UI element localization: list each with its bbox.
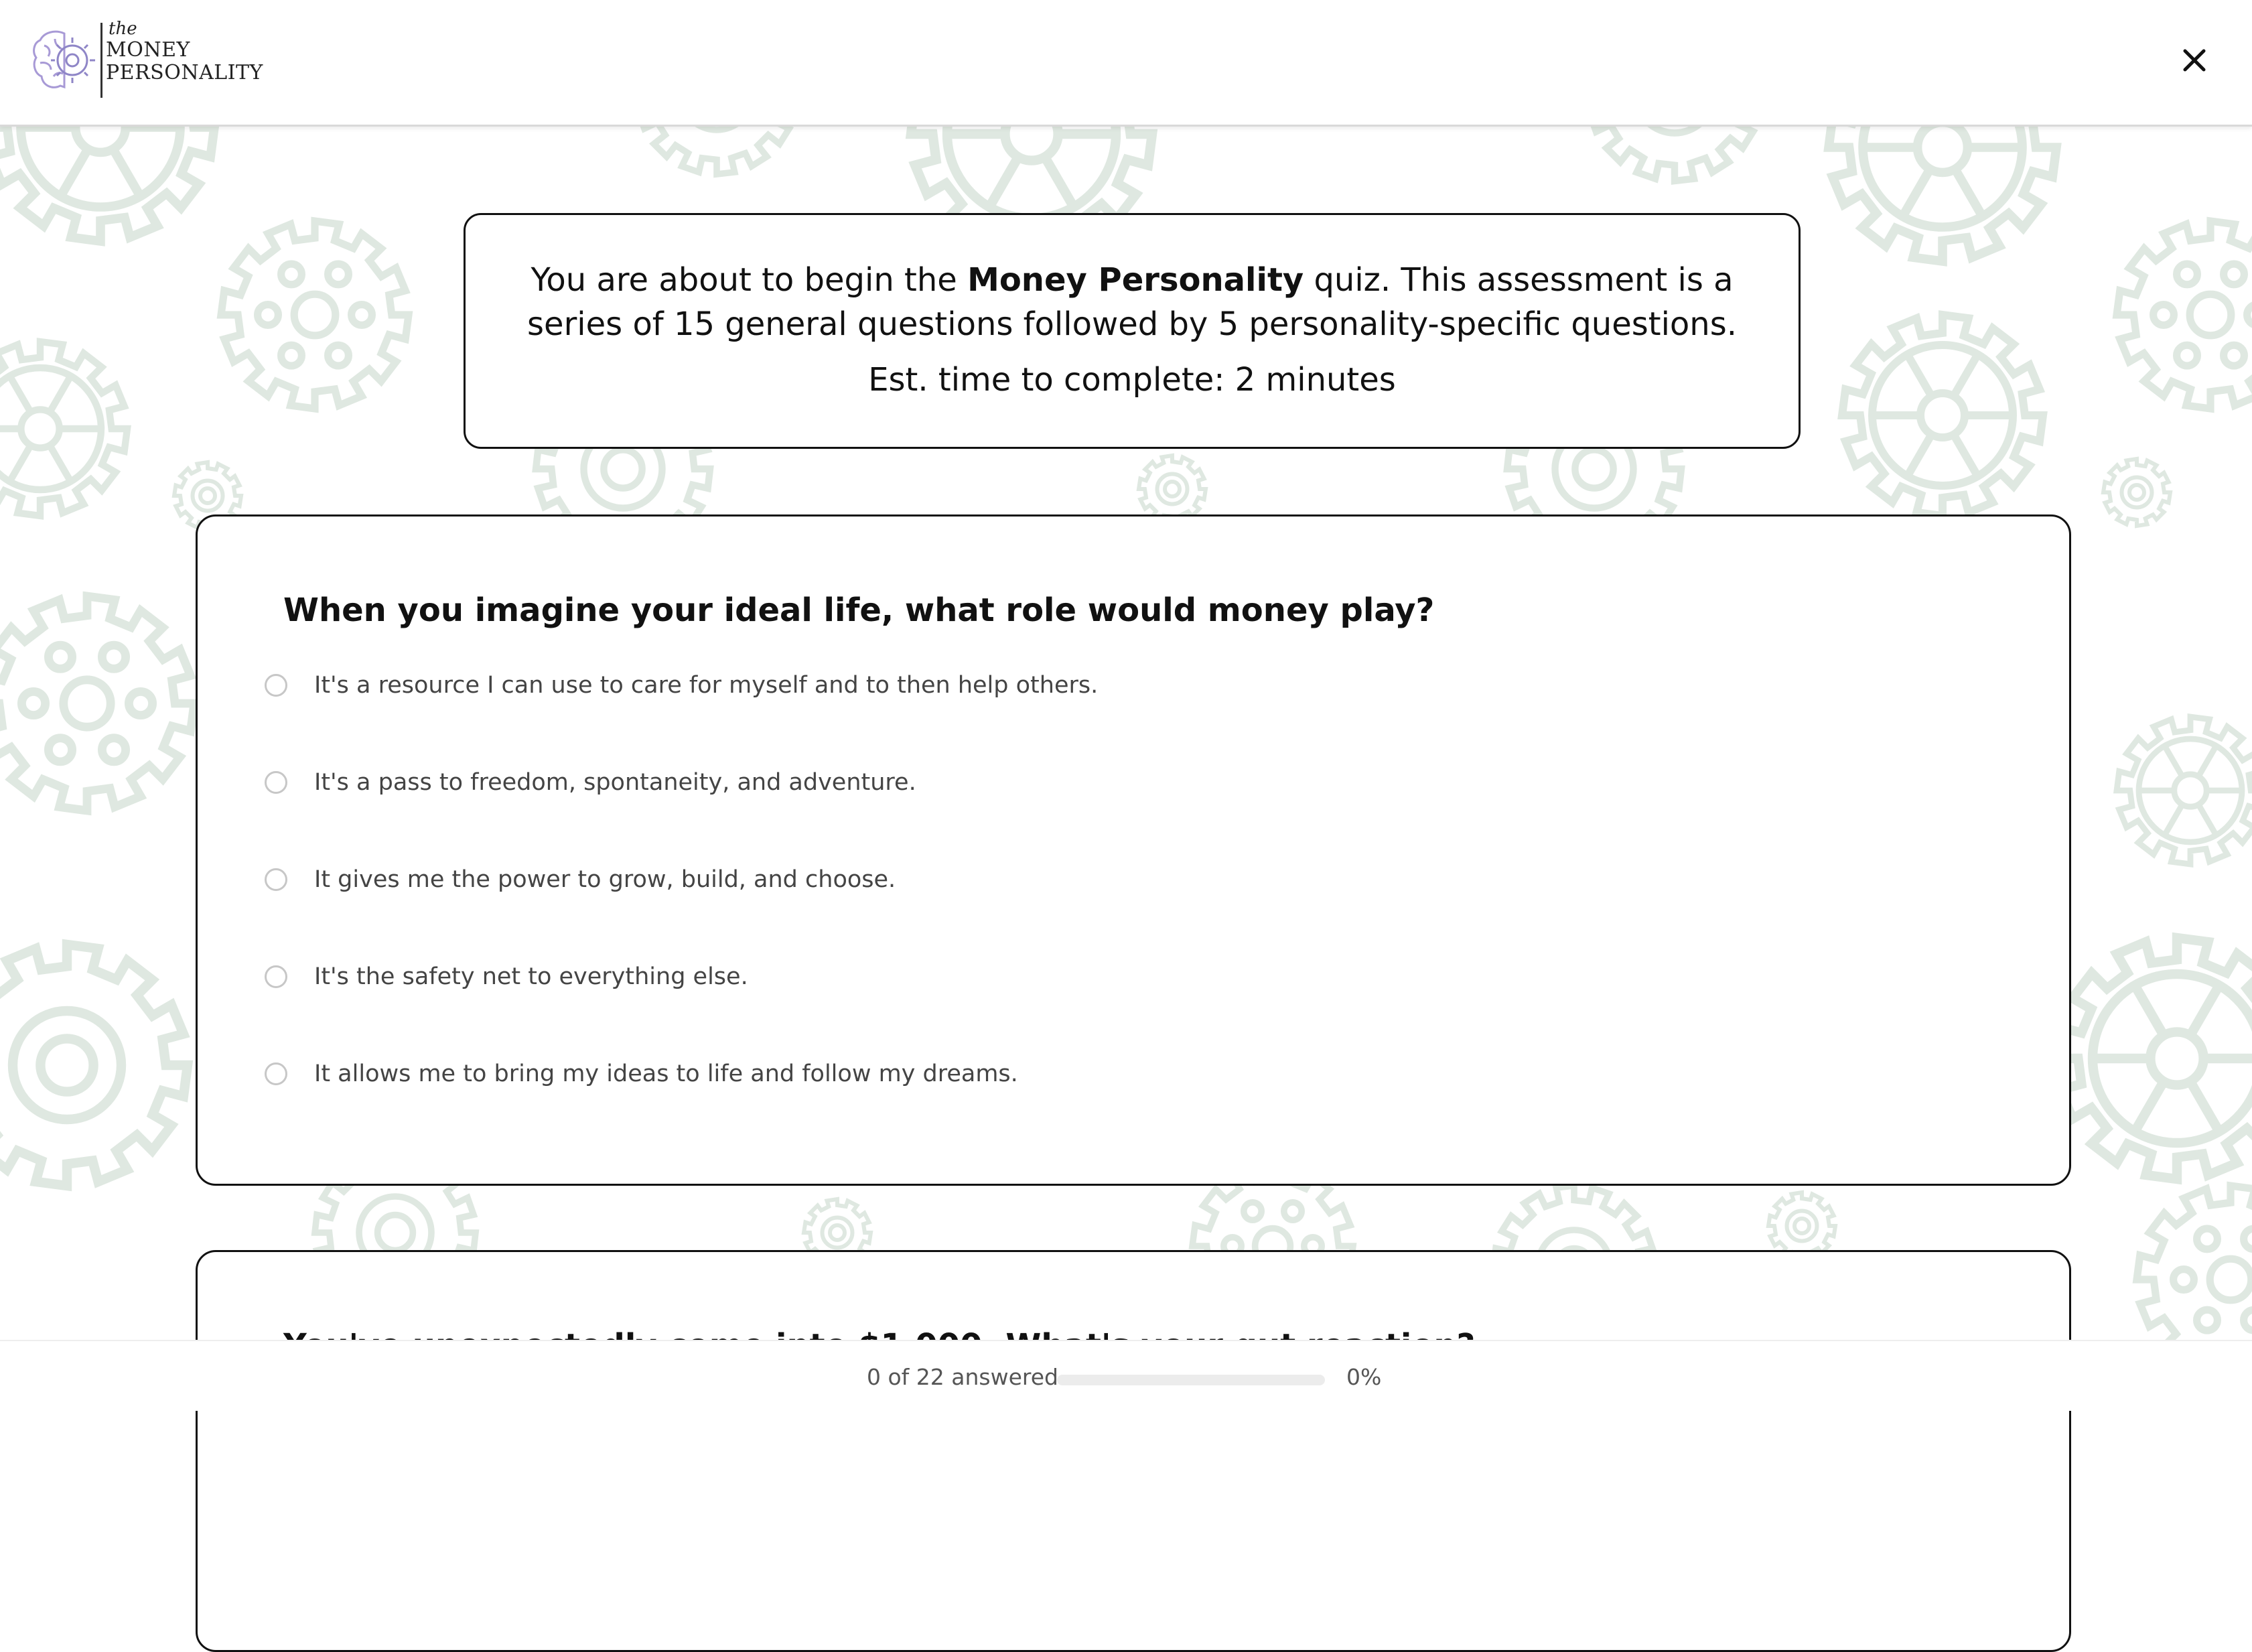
radio-button[interactable] [265, 1062, 287, 1085]
answer-option-label: It's the safety net to everything else. [314, 963, 748, 990]
estimated-time: Est. time to complete: 2 minutes [868, 361, 1396, 399]
intro-text-before: You are about to begin the [531, 261, 968, 299]
radio-button[interactable] [265, 674, 287, 697]
close-icon [2183, 49, 2206, 72]
answer-option[interactable]: It allows me to bring my ideas to life a… [265, 1054, 1018, 1094]
intro-description: You are about to begin the Money Persona… [519, 258, 1745, 346]
gear-icon [0, 338, 131, 520]
progress-percent: 0% [1346, 1364, 1382, 1390]
logo-money: MONEY [106, 38, 190, 62]
logo-divider [100, 23, 102, 98]
radio-button[interactable] [265, 965, 287, 988]
gear-icon [1136, 453, 1208, 525]
answer-option-label: It's a resource I can use to care for my… [314, 672, 1099, 699]
radio-button[interactable] [265, 868, 287, 891]
gear-icon [0, 939, 194, 1192]
answer-option-label: It's a pass to freedom, spontaneity, and… [314, 769, 916, 796]
gear-icon [2050, 932, 2252, 1185]
progress-bar [1057, 1375, 1325, 1385]
question-title: When you imagine your ideal life, what r… [283, 592, 1435, 629]
brand-logo[interactable]: the MONEY PERSONALITY [31, 20, 263, 100]
answer-option-label: It gives me the power to grow, build, an… [314, 866, 896, 893]
answer-option[interactable]: It's the safety net to everything else. [265, 957, 748, 997]
brain-gear-logo-icon [33, 30, 95, 89]
intro-quiz-name: Money Personality [967, 261, 1304, 299]
gear-icon [2101, 456, 2173, 529]
answer-option[interactable]: It's a pass to freedom, spontaneity, and… [265, 762, 916, 803]
header-bar: the MONEY PERSONALITY [0, 0, 2252, 127]
logo-personality: PERSONALITY [106, 61, 263, 84]
question-card: When you imagine your ideal life, what r… [196, 514, 2071, 1186]
logo-the: the [109, 19, 137, 39]
gear-icon [2113, 713, 2252, 868]
gear-icon [1837, 310, 2048, 521]
gear-icon [1766, 1190, 1838, 1262]
intro-card: You are about to begin the Money Persona… [464, 213, 1801, 449]
gear-icon [2112, 216, 2252, 413]
logo-wordmark: the MONEY PERSONALITY [106, 20, 263, 83]
answered-count: 0 of 22 answered [867, 1364, 1058, 1390]
answer-option[interactable]: It's a resource I can use to care for my… [265, 665, 1098, 705]
progress-footer: 0 of 22 answered 0% [0, 1340, 2252, 1411]
answer-option[interactable]: It gives me the power to grow, build, an… [265, 859, 896, 900]
gear-icon [0, 591, 200, 816]
question-card: You've unexpectedly come into $1,000. Wh… [196, 1250, 2071, 1652]
answer-option-label: It allows me to bring my ideas to life a… [314, 1060, 1018, 1087]
gear-icon [216, 216, 413, 413]
close-button[interactable] [2178, 44, 2210, 76]
radio-button[interactable] [265, 771, 287, 794]
